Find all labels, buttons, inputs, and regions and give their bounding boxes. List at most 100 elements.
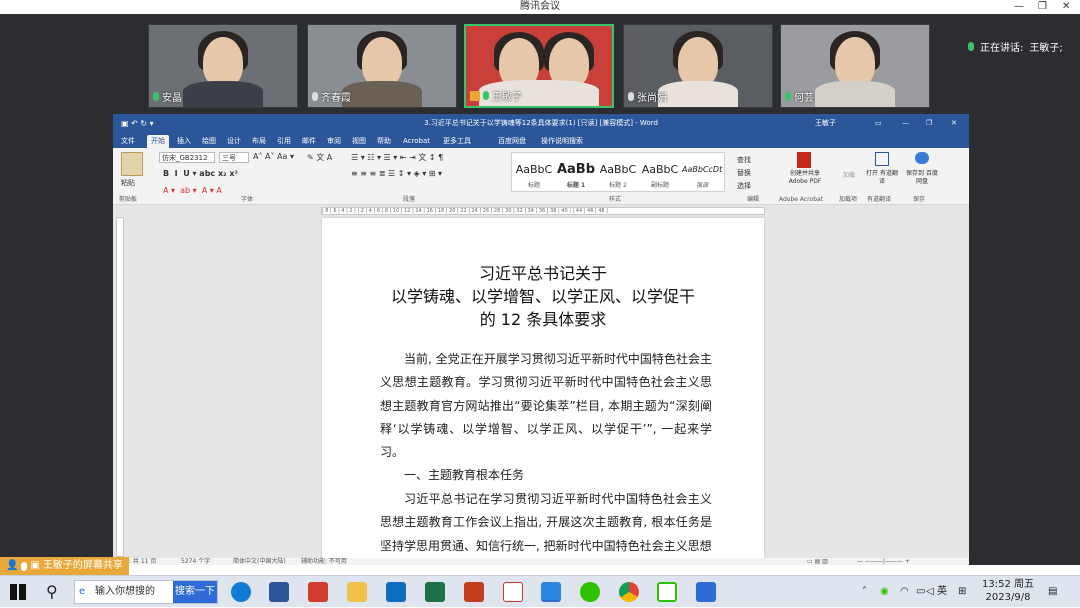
tab-file[interactable]: 文件: [121, 135, 135, 148]
notification-icon[interactable]: ▤: [1048, 576, 1057, 608]
zoom-slider[interactable]: — ———|——— +: [857, 558, 910, 565]
keyboard-icon[interactable]: ⊞: [958, 576, 966, 608]
tab-home[interactable]: 开始: [147, 135, 169, 148]
screen-share-banner[interactable]: 👤 ▣ 王敏子的屏幕共享: [0, 557, 129, 575]
styles-gallery: AaBbC 标题 AaBb 标题 1 AaBbC 标题 2 AaBbC 副标题 AaBb…: [511, 152, 725, 192]
font-name-select[interactable]: 仿宋_GB2312: [159, 152, 215, 163]
vertical-ruler[interactable]: [116, 217, 124, 557]
paste-icon[interactable]: [121, 152, 143, 176]
clock-time: 13:52 周五: [982, 579, 1034, 590]
participant-tile[interactable]: 齐春霞: [307, 24, 457, 108]
share-label: 王敏子的屏幕共享: [42, 560, 123, 571]
horizontal-ruler[interactable]: | 8 | 6 | 4 | 2 | | 2 | 4 | 6 | 8 | 10 |…: [321, 207, 765, 215]
tab-baidu[interactable]: 百度网盘: [498, 135, 526, 148]
excel-icon[interactable]: [425, 582, 445, 602]
translate-icon[interactable]: [875, 152, 889, 166]
tab-help[interactable]: 帮助: [377, 135, 391, 148]
close-icon[interactable]: ✕: [1062, 0, 1070, 14]
tencent-meeting-icon[interactable]: [541, 582, 561, 602]
tray-app-icon[interactable]: ◉: [880, 576, 889, 608]
select-button[interactable]: 选择: [737, 180, 751, 193]
minimize-icon[interactable]: —: [1014, 0, 1024, 14]
participant-tile[interactable]: 何芸: [780, 24, 930, 108]
network-icon[interactable]: ◠: [900, 576, 909, 608]
tab-references[interactable]: 引用: [277, 135, 291, 148]
font-size-select[interactable]: 三号: [219, 152, 249, 163]
wechat-icon[interactable]: [580, 582, 600, 602]
styles-group-label: 样式: [609, 196, 622, 203]
doc-heading: 一、主题教育根本任务: [404, 468, 525, 482]
style-heading-2[interactable]: AaBbC 标题 2: [598, 161, 638, 193]
word-restore-icon[interactable]: ❐: [926, 114, 932, 133]
baidu-cloud-icon[interactable]: [915, 152, 929, 164]
clear-format-icon[interactable]: ✎ 文 A: [307, 152, 332, 163]
browser-e-icon: e: [79, 586, 86, 597]
shared-word-window: ▣ ↶ ↻ ▾ 3.习近平总书记关于以学铸魂等12条具体要求(1) [只读] […: [113, 114, 969, 565]
ribbon-display-icon[interactable]: ▭: [875, 114, 882, 133]
style-heading-1[interactable]: AaBb 标题 1: [556, 161, 596, 193]
language[interactable]: 简体中文(中国大陆): [233, 558, 286, 565]
tab-draw[interactable]: 绘图: [202, 135, 216, 148]
addin-button[interactable]: 加载: [843, 170, 855, 179]
powerpoint-icon[interactable]: [464, 582, 484, 602]
word-close-icon[interactable]: ✕: [951, 114, 957, 133]
tab-view[interactable]: 视图: [352, 135, 366, 148]
tab-insert[interactable]: 插入: [177, 135, 191, 148]
search-input[interactable]: 输入你想搜的: [95, 581, 155, 603]
style-emphasis[interactable]: AaBbCcDt 强调: [682, 161, 722, 193]
screen-capture-icon[interactable]: [657, 582, 677, 602]
word-minimize-icon[interactable]: —: [902, 114, 909, 133]
style-title[interactable]: AaBbC 标题: [514, 161, 554, 193]
taskbar-search[interactable]: e 输入你想搜的 搜索一下: [74, 580, 218, 604]
tab-acrobat[interactable]: Acrobat: [403, 135, 430, 148]
tell-me-search[interactable]: 操作说明搜索: [541, 135, 583, 148]
chrome-icon[interactable]: [619, 582, 639, 602]
tab-mailings[interactable]: 邮件: [302, 135, 316, 148]
save-to-cloud-button[interactable]: 保存到 百度网盘: [905, 170, 939, 186]
battery-icon[interactable]: ▭: [916, 576, 925, 608]
file-explorer-icon[interactable]: [347, 582, 367, 602]
restore-icon[interactable]: ❐: [1038, 0, 1047, 14]
participant-name: 齐春霞: [321, 93, 351, 104]
font-color-icons[interactable]: A ▾ ab ▾ A ▾ A: [163, 186, 222, 195]
search-icon[interactable]: ⚲: [46, 582, 58, 601]
tab-more-tools[interactable]: 更多工具: [443, 135, 471, 148]
participant-tile[interactable]: 安晶: [148, 24, 298, 108]
view-mode-icons[interactable]: ▭ ▤ ▥: [807, 558, 828, 565]
document-page[interactable]: 习近平总书记关于 以学铸魂、以学增智、以学正风、以学促干 的 12 条具体要求 …: [322, 218, 764, 565]
accessibility-status[interactable]: 辅助功能: 不可用: [301, 558, 347, 565]
volume-icon[interactable]: ◁: [926, 576, 934, 608]
clock[interactable]: 13:52 周五 2023/9/8: [976, 578, 1040, 604]
participant-tile-active[interactable]: 王敏子: [464, 24, 614, 108]
app-blue-icon[interactable]: [696, 582, 716, 602]
tray-chevron-icon[interactable]: ˄: [862, 576, 867, 608]
adobe-pdf-icon[interactable]: [797, 152, 811, 168]
translate-group-label: 有道翻译: [867, 196, 892, 203]
list-icons[interactable]: ☰ ▾ ☷ ▾ ☰ ▾ ⇤ ⇥ 文 ↕ ¶: [351, 152, 443, 163]
tab-layout[interactable]: 布局: [252, 135, 266, 148]
ime-indicator[interactable]: 英: [937, 576, 947, 608]
word-count[interactable]: 5274 个字: [181, 558, 210, 565]
bold-italic-underline-icons[interactable]: B I U ▾ abc x₂ x²: [163, 169, 238, 178]
app-h-icon[interactable]: [503, 582, 523, 602]
replace-button[interactable]: 替换: [737, 167, 751, 180]
word-icon[interactable]: [269, 582, 289, 602]
find-button[interactable]: 查找: [737, 154, 751, 167]
search-button[interactable]: 搜索一下: [173, 581, 217, 603]
font-grow-shrink-icon[interactable]: A˄ A˅ Aa ▾: [253, 152, 294, 161]
create-pdf-button[interactable]: 创建并共享 Adobe PDF: [783, 170, 827, 186]
tab-review[interactable]: 审阅: [327, 135, 341, 148]
word-user[interactable]: 王敏子: [815, 114, 836, 133]
paste-button[interactable]: 粘贴: [121, 178, 135, 188]
align-icons[interactable]: ≡ ≡ ≡ ≣ ☰ ↕ ▾ ◈ ▾ ⊞ ▾: [351, 169, 442, 178]
participant-tile[interactable]: 张尚娟: [623, 24, 773, 108]
translate-button[interactable]: 打开 有道翻译: [865, 170, 899, 186]
edge-icon[interactable]: [231, 582, 251, 602]
mic-icon: [968, 41, 974, 51]
youdao-icon[interactable]: [308, 582, 328, 602]
outlook-icon[interactable]: [386, 582, 406, 602]
windows-start-icon[interactable]: [10, 584, 26, 600]
taskbar: ⚲ e 输入你想搜的 搜索一下 ˄ ◉ ◠ ▭ ◁ 英 ⊞ 13:52 周五 2…: [0, 575, 1080, 607]
tab-design[interactable]: 设计: [227, 135, 241, 148]
style-subtitle[interactable]: AaBbC 副标题: [640, 161, 680, 193]
